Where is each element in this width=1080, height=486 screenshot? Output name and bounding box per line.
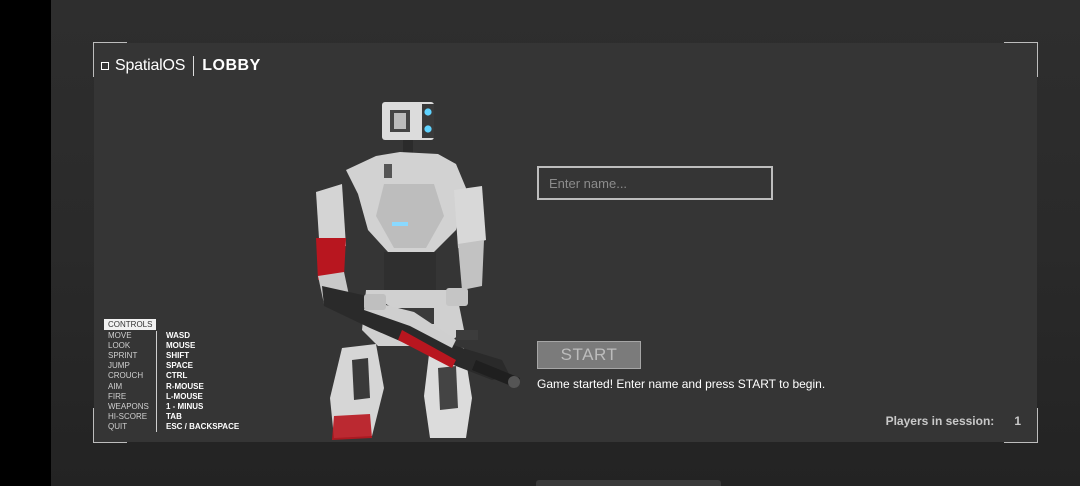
name-input[interactable] — [537, 166, 773, 200]
control-row: JUMP SPACE — [104, 361, 239, 371]
control-action: JUMP — [108, 361, 130, 371]
control-key: CTRL — [166, 371, 188, 381]
control-action: MOVE — [108, 331, 132, 341]
control-action: HI-SCORE — [108, 411, 148, 421]
control-key: WASD — [166, 331, 190, 341]
brand-divider — [193, 56, 195, 76]
control-key: ESC / BACKSPACE — [166, 421, 240, 431]
control-key: L-MOUSE — [166, 391, 203, 401]
players-count: 1 — [1014, 414, 1021, 428]
start-button[interactable]: START — [537, 341, 641, 369]
control-action: QUIT — [108, 421, 128, 431]
robot-character-image — [316, 102, 520, 440]
control-action: WEAPONS — [108, 401, 149, 411]
spatialos-logo-icon — [101, 62, 109, 70]
control-row: CROUCH CTRL — [104, 371, 239, 381]
control-key: MOUSE — [166, 341, 196, 351]
page-title: LOBBY — [202, 57, 261, 74]
control-row: SPRINT SHIFT — [104, 351, 239, 361]
controls-panel: CONTROLS MOVE WASD LOOK MOUSE SPRINT SHIFT … — [104, 319, 239, 433]
navigation-hint-bar — [536, 480, 721, 486]
control-key: SPACE — [166, 361, 193, 371]
lobby-panel: SpatialOS LOBBY Enter name... START Game… — [93, 42, 1038, 443]
control-row: HI-SCORE TAB — [104, 412, 239, 422]
letterbox-bar — [0, 0, 51, 486]
control-action: FIRE — [108, 391, 127, 401]
control-row: QUIT ESC / BACKSPACE — [104, 422, 239, 432]
control-key: TAB — [166, 411, 182, 421]
control-action: LOOK — [108, 341, 131, 351]
frame-corner-bottom-right — [1027, 408, 1038, 443]
control-row: FIRE L-MOUSE — [104, 392, 239, 402]
control-key: 1 - MINUS — [166, 401, 204, 411]
control-key: R-MOUSE — [166, 381, 204, 391]
controls-divider — [156, 331, 157, 433]
control-action: SPRINT — [108, 351, 138, 361]
players-in-session: Players in session: 1 — [886, 414, 1021, 428]
brand-header: SpatialOS LOBBY — [101, 56, 261, 76]
frame-corner-top-right — [1027, 42, 1038, 77]
control-row: AIM R-MOUSE — [104, 382, 239, 392]
controls-header: CONTROLS — [104, 319, 157, 330]
brand-name: SpatialOS — [115, 57, 186, 74]
status-message: Game started! Enter name and press START… — [537, 377, 826, 391]
control-row: WEAPONS 1 - MINUS — [104, 402, 239, 412]
control-action: AIM — [108, 381, 123, 391]
control-action: CROUCH — [108, 371, 144, 381]
control-key: SHIFT — [166, 351, 190, 361]
control-row: LOOK MOUSE — [104, 341, 239, 351]
players-label: Players in session: — [885, 414, 995, 428]
frame-corner-bottom-left — [93, 408, 104, 443]
control-row: MOVE WASD — [104, 331, 239, 341]
controls-table: MOVE WASD LOOK MOUSE SPRINT SHIFT JUMP SPACE… — [104, 331, 239, 433]
